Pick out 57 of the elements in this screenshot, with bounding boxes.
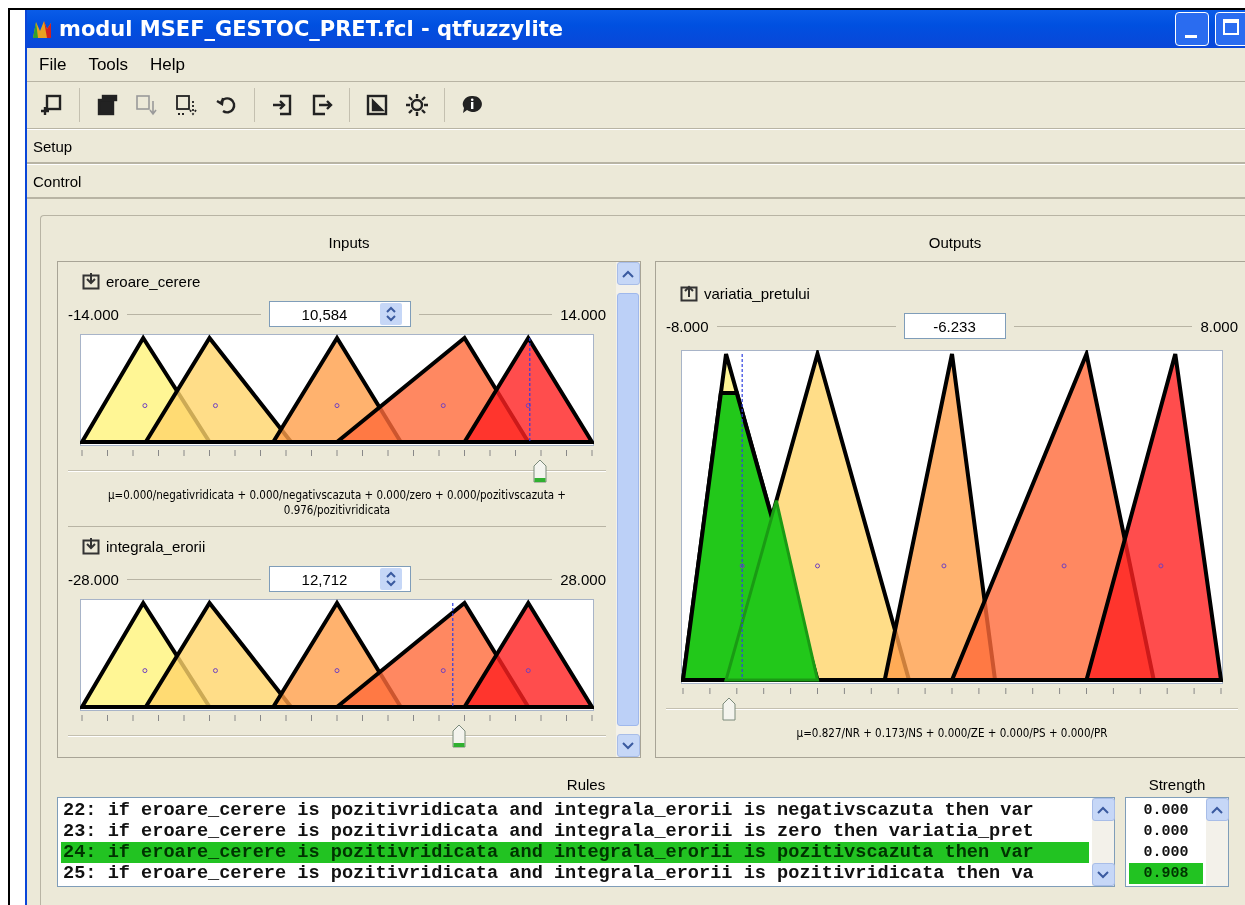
range-min: -28.000 bbox=[68, 570, 119, 588]
frame-icon bbox=[365, 93, 389, 117]
logout-icon bbox=[310, 93, 334, 117]
toolbar-button[interactable] bbox=[174, 92, 200, 118]
slider-thumb[interactable] bbox=[533, 459, 548, 483]
file-down-icon bbox=[175, 93, 199, 117]
spin-arrows-icon[interactable] bbox=[384, 305, 397, 323]
rule-row[interactable]: 25: if eroare_cerere is pozitivridicata and integrala_erorii is pozitivridicata then va bbox=[61, 863, 1089, 884]
strength-value[interactable]: 0.908 bbox=[1129, 863, 1203, 884]
menu-item[interactable]: Help bbox=[150, 54, 186, 75]
value-field[interactable]: -6.233 bbox=[903, 313, 1006, 339]
maximize-button[interactable] bbox=[1215, 12, 1245, 46]
settings-icon bbox=[405, 93, 429, 117]
variable-name: integrala_erorii bbox=[106, 537, 206, 555]
column-title: Rules bbox=[566, 776, 606, 793]
membership-degrees: μ=0.827/NR + 0.173/NS + 0.000/ZE + 0.000/PS + 0.000/PR bbox=[795, 726, 1109, 741]
menu-item[interactable]: Tools bbox=[88, 54, 129, 75]
section-header[interactable]: Setup bbox=[27, 129, 1245, 164]
variable-name: variatia_pretului bbox=[704, 284, 810, 302]
column-title: Inputs bbox=[328, 234, 370, 251]
spin-arrows-icon[interactable] bbox=[384, 570, 397, 588]
range-max: 8.000 bbox=[1200, 317, 1238, 335]
rule-row[interactable]: 22: if eroare_cerere is pozitivridicata and integrala_erorii is negativscazuta then var bbox=[61, 800, 1089, 821]
slider[interactable] bbox=[68, 458, 606, 484]
toolbar-button[interactable] bbox=[364, 92, 390, 118]
rule-row[interactable]: 24: if eroare_cerere is pozitivridicata and integrala_erorii is pozitivscazuta then var bbox=[61, 842, 1089, 863]
upload-icon bbox=[680, 284, 698, 302]
column-title: Strength bbox=[1148, 776, 1206, 793]
slider-thumb[interactable] bbox=[721, 697, 736, 721]
variable-name: eroare_cerere bbox=[106, 272, 201, 290]
section-header[interactable]: Control bbox=[27, 164, 1245, 199]
range-max: 14.000 bbox=[560, 305, 606, 323]
login-icon bbox=[270, 93, 294, 117]
range-max: 28.000 bbox=[560, 570, 606, 588]
file-down-icon bbox=[135, 93, 159, 117]
strength-value[interactable]: 0.000 bbox=[1129, 821, 1203, 842]
range-min: -14.000 bbox=[68, 305, 119, 323]
slider[interactable] bbox=[666, 696, 1238, 722]
add-window-icon bbox=[40, 93, 64, 117]
membership-degrees: μ=0.000/negativridicata + 0.000/negativscazuta + 0.000/zero + 0.000/pozitivscazuta + 0.976/pozitivridicata bbox=[106, 488, 568, 518]
slider[interactable] bbox=[68, 723, 606, 749]
toolbar-button[interactable] bbox=[404, 92, 430, 118]
window-title: modul MSEF_GESTOC_PRET.fcl - qtfuzzylite bbox=[59, 17, 563, 41]
download-icon bbox=[82, 537, 100, 555]
scrollbar[interactable] bbox=[616, 262, 640, 757]
minimize-button[interactable] bbox=[1175, 12, 1209, 46]
value-spinbox[interactable]: 12,712 bbox=[268, 566, 411, 592]
download-icon bbox=[82, 272, 100, 290]
strength-value[interactable]: 0.000 bbox=[1129, 842, 1203, 863]
value-spinbox[interactable]: 10,584 bbox=[268, 301, 411, 327]
range-min: -8.000 bbox=[666, 317, 709, 335]
copy-icon bbox=[95, 93, 119, 117]
slider-thumb[interactable] bbox=[452, 724, 467, 748]
column-title: Outputs bbox=[928, 234, 982, 251]
menu-item[interactable]: File bbox=[39, 54, 67, 75]
rule-row[interactable]: 23: if eroare_cerere is pozitivridicata and integrala_erorii is zero then variatia_pret bbox=[61, 821, 1089, 842]
strength-value[interactable]: 0.000 bbox=[1129, 800, 1203, 821]
